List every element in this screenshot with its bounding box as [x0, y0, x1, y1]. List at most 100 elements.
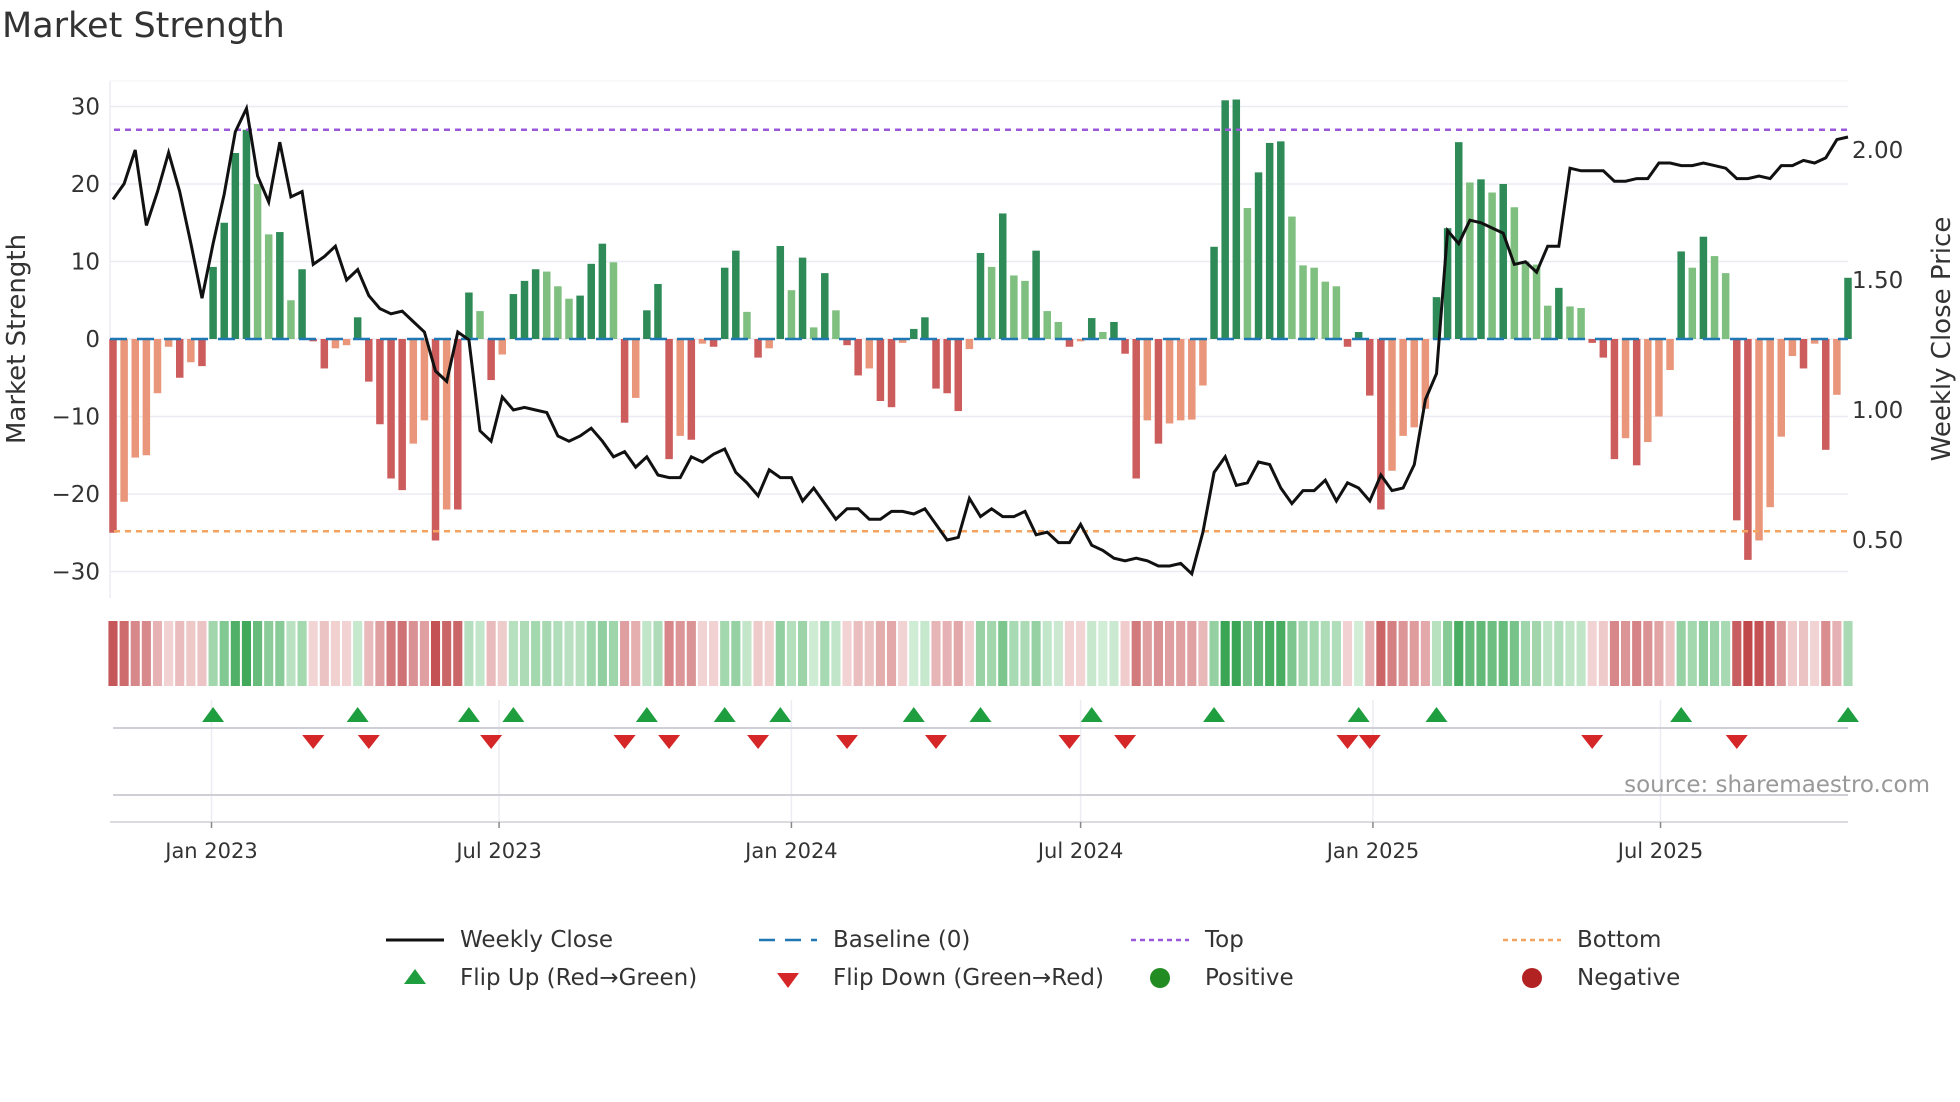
- heat-strip-cell: [397, 621, 407, 686]
- heat-strip-cell: [1109, 621, 1119, 686]
- strength-bar: [765, 339, 773, 349]
- strength-bar: [565, 298, 573, 339]
- heat-strip-cell: [1320, 621, 1330, 686]
- strength-bar: [1010, 275, 1018, 339]
- heat-strip-cell: [1253, 621, 1264, 686]
- heat-strip-cell: [1142, 621, 1152, 686]
- heat-strip-cell: [942, 621, 952, 686]
- heat-strip-cell: [1265, 621, 1275, 686]
- x-tick-label: Jul 2024: [1036, 839, 1123, 863]
- legend: Weekly Close Baseline (0) Top Bottom Fli…: [0, 922, 1960, 1002]
- strength-bar: [187, 339, 195, 363]
- heat-strip-cell: [1076, 621, 1086, 686]
- flip-up-marker: [1203, 707, 1226, 722]
- heat-strip-cell: [809, 621, 819, 686]
- strength-bar: [1510, 207, 1519, 339]
- strength-bar: [1833, 339, 1841, 395]
- heat-strip-cell: [419, 621, 429, 686]
- strength-bar: [1755, 339, 1763, 541]
- heat-strip-cell: [186, 621, 196, 686]
- x-tick-label: Jul 2023: [454, 839, 541, 863]
- heat-strip-cell: [1031, 621, 1041, 686]
- heat-strip-cell: [1420, 621, 1430, 686]
- strength-bar: [665, 339, 673, 460]
- strength-bar: [276, 232, 284, 339]
- heat-strip-cell: [175, 621, 185, 686]
- strength-bar: [531, 269, 540, 339]
- strength-bar: [1488, 192, 1496, 339]
- strength-bar: [1265, 142, 1274, 339]
- strength-bar: [1699, 236, 1708, 339]
- legend-weekly-close: Weekly Close: [384, 922, 613, 958]
- strength-bar: [342, 339, 351, 346]
- strength-bar: [1766, 339, 1774, 508]
- strength-bar: [1321, 281, 1330, 339]
- strength-bar: [821, 273, 829, 339]
- strength-bar: [1121, 339, 1129, 354]
- strength-bar: [1254, 172, 1263, 339]
- strength-bar: [1032, 250, 1040, 339]
- strength-bar: [921, 317, 929, 339]
- strength-bar: [509, 294, 518, 339]
- strength-bar: [832, 310, 840, 339]
- heat-strip-cell: [1287, 621, 1297, 686]
- heat-strip-cell: [642, 621, 652, 686]
- heat-strip-cell: [1609, 621, 1620, 686]
- flip-up-marker: [1425, 707, 1448, 722]
- heat-strip-cell: [764, 621, 774, 686]
- strength-bar: [365, 339, 373, 382]
- heat-strip-cell: [253, 621, 263, 686]
- strength-bar: [220, 222, 228, 339]
- y-tick-label: −20: [51, 482, 100, 508]
- legend-label: Weekly Close: [460, 927, 613, 953]
- strength-bar: [598, 243, 607, 339]
- strength-bar: [976, 252, 985, 339]
- heat-strip-cell: [1520, 621, 1531, 686]
- strength-bar: [420, 339, 429, 421]
- heat-strip-cell: [731, 621, 741, 686]
- strength-bar: [1521, 261, 1530, 339]
- heat-strip-cell: [842, 621, 852, 686]
- strength-bar: [1677, 251, 1685, 339]
- heat-strip-cell: [230, 621, 240, 686]
- heat-strip-cell: [1276, 621, 1286, 686]
- heat-strip-cell: [1365, 621, 1375, 686]
- flip-down-marker: [613, 735, 636, 749]
- heat-strip-cell: [1843, 621, 1853, 686]
- legend-label: Negative: [1577, 965, 1681, 991]
- flip-down-marker: [925, 735, 948, 749]
- heat-strip-cell: [975, 621, 986, 686]
- heat-strip-cell: [197, 621, 207, 686]
- strength-bar: [175, 339, 184, 378]
- heat-strip-cell: [775, 621, 785, 686]
- heat-strip-cell: [987, 621, 997, 686]
- heat-strip-cell: [1153, 621, 1164, 686]
- heat-strip-cell: [375, 621, 385, 686]
- heat-strip-cell: [1009, 621, 1019, 686]
- heat-strip-cell: [720, 621, 730, 686]
- strength-bar: [109, 339, 117, 533]
- strength-bar: [1799, 339, 1808, 369]
- strength-bar: [1232, 99, 1241, 340]
- flip-down-marker: [1725, 735, 1748, 749]
- heat-strip-cell: [1576, 621, 1586, 686]
- strength-bar: [1733, 339, 1741, 521]
- y-tick-label: −10: [51, 405, 100, 431]
- strength-bar: [1299, 265, 1307, 339]
- heat-strip-cell: [1431, 621, 1442, 686]
- heat-strip-cell: [1487, 621, 1497, 686]
- heat-strip-cell: [1020, 621, 1030, 686]
- strength-bar: [865, 339, 874, 369]
- flip-up-marker: [1670, 707, 1693, 722]
- heat-strip-cell: [964, 621, 974, 686]
- strength-bar: [1176, 339, 1185, 421]
- heat-strip-cell: [364, 621, 374, 686]
- strength-bar: [198, 339, 206, 367]
- y-tick-label: 20: [71, 172, 100, 198]
- strength-bar: [1499, 184, 1507, 339]
- heat-strip-cell: [1832, 621, 1842, 686]
- heat-strip-cell: [1465, 621, 1475, 686]
- heat-strip-cell: [141, 621, 151, 686]
- strength-bar: [798, 257, 807, 339]
- heat-strip-cell: [1810, 621, 1820, 686]
